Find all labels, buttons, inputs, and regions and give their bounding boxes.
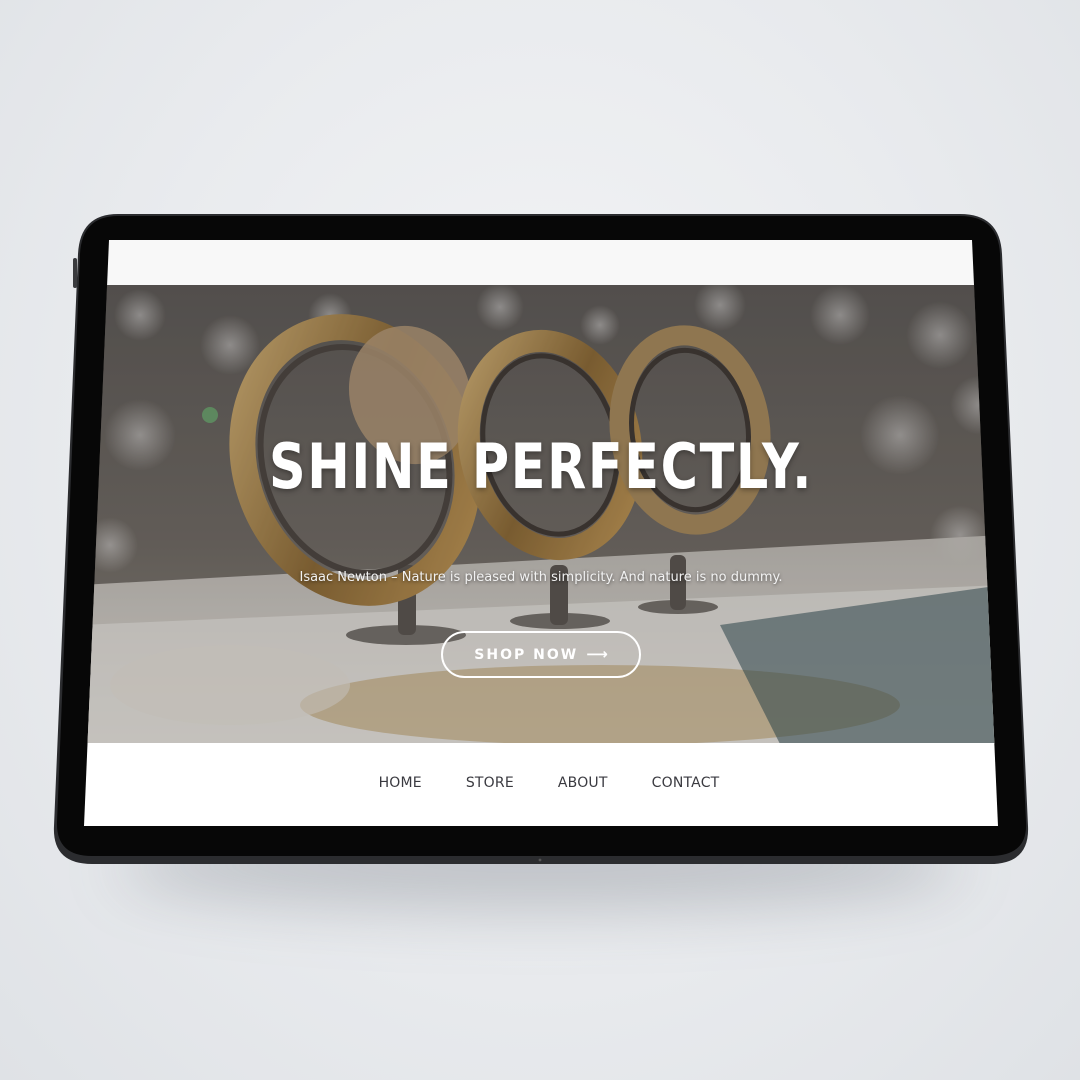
- bottom-navigation: HOME STORE ABOUT CONTACT: [84, 743, 998, 826]
- nav-item-home[interactable]: HOME: [379, 773, 422, 793]
- hero-banner: SHINE PERFECTLY. Isaac Newton – Nature i…: [84, 285, 998, 744]
- nav-list: HOME STORE ABOUT CONTACT: [84, 773, 998, 793]
- arrow-right-icon: ⟶: [586, 645, 608, 663]
- site-header-area: [84, 240, 998, 286]
- hero-title: SHINE PERFECTLY.: [268, 430, 814, 503]
- nav-item-store[interactable]: STORE: [466, 773, 514, 793]
- shop-now-button[interactable]: SHOP NOW ⟶: [441, 631, 641, 678]
- shop-now-label: SHOP NOW: [474, 646, 579, 663]
- tablet-device: SHINE PERFECTLY. Isaac Newton – Nature i…: [0, 0, 1080, 1080]
- nav-item-contact[interactable]: CONTACT: [652, 773, 720, 793]
- hero-quote: Isaac Newton – Nature is pleased with si…: [299, 570, 783, 585]
- nav-item-about[interactable]: ABOUT: [558, 773, 608, 793]
